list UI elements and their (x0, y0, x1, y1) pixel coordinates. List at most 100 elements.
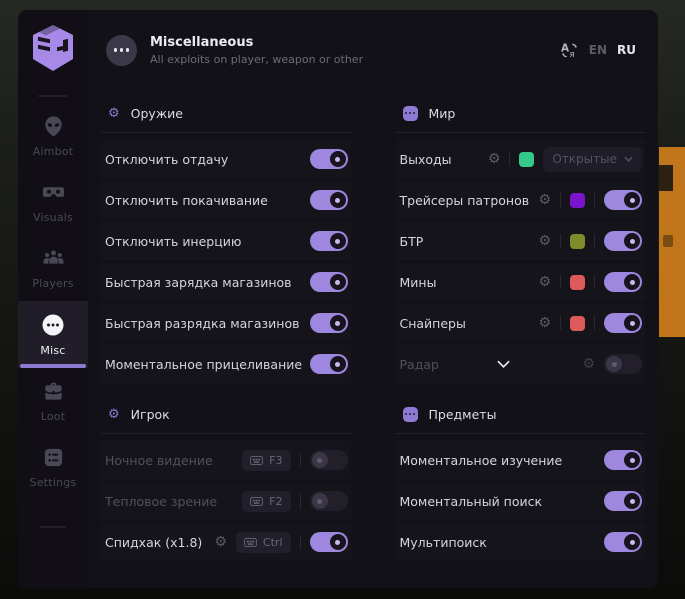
toggle-switch[interactable] (310, 231, 348, 251)
row-label: Выходы (400, 152, 452, 167)
gear-icon[interactable]: ⚙ (538, 275, 551, 289)
row-no-sway: Отключить покачивание (101, 181, 351, 219)
page-title: Miscellaneous (150, 35, 363, 50)
lang-en-button[interactable]: EN (589, 43, 607, 57)
toggle-switch[interactable] (604, 231, 642, 251)
color-swatch[interactable] (570, 193, 585, 208)
keybind-badge[interactable]: F3 (242, 450, 290, 471)
gear-icon: ⚙ (108, 408, 120, 421)
alien-icon (42, 115, 65, 138)
section-title: Предметы (429, 407, 497, 422)
bubble-icon (403, 407, 418, 422)
sidebar-item-label: Players (32, 277, 73, 290)
color-swatch[interactable] (570, 316, 585, 331)
row-label: Моментальное изучение (400, 453, 563, 468)
toggle-switch[interactable] (604, 491, 642, 511)
toggle-switch[interactable] (310, 313, 348, 333)
toggle-switch[interactable] (310, 190, 348, 210)
svg-text:я: я (569, 50, 574, 60)
row-exits: Выходы ⚙ Открытые (396, 140, 646, 178)
gear-icon[interactable]: ⚙ (488, 152, 501, 166)
sidebar-item-label: Settings (30, 476, 77, 489)
lang-ru-button[interactable]: RU (617, 43, 636, 57)
toggle-switch[interactable] (604, 532, 642, 552)
settings-list-icon (42, 446, 65, 469)
toggle-switch[interactable] (310, 450, 348, 470)
chevron-down-icon (624, 156, 633, 162)
toggle-switch[interactable] (604, 354, 642, 374)
row-label: Быстрая разрядка магазинов (105, 316, 299, 331)
vr-goggles-icon (42, 181, 65, 204)
row-label: БТР (400, 234, 424, 249)
toggle-switch[interactable] (310, 491, 348, 511)
control-divider (300, 535, 301, 549)
sidebar-nav: Aimbot Visuals Player (18, 103, 88, 500)
row-label: Спидхак (x1.8) (105, 535, 202, 550)
gear-icon[interactable]: ⚙ (538, 316, 551, 330)
sidebar-item-aimbot[interactable]: Aimbot (18, 103, 88, 169)
row-label: Отключить отдачу (105, 152, 228, 167)
gear-icon[interactable]: ⚙ (538, 234, 551, 248)
color-swatch[interactable] (570, 234, 585, 249)
row-multi-loot: Мультипоиск (396, 523, 646, 561)
gear-icon[interactable]: ⚙ (538, 193, 551, 207)
sidebar-item-loot[interactable]: Loot (18, 368, 88, 434)
row-label: Мины (400, 275, 437, 290)
toggle-switch[interactable] (310, 272, 348, 292)
row-no-inertia: Отключить инерцию (101, 222, 351, 260)
row-label: Радар (400, 357, 439, 372)
keybind-label: F3 (269, 454, 282, 467)
control-divider (594, 275, 595, 289)
control-divider (509, 152, 510, 166)
row-night-vision: Ночное видение F3 (101, 441, 351, 479)
sidebar-item-misc[interactable]: Misc (18, 301, 88, 368)
row-label: Трейсеры патронов (400, 193, 530, 208)
keyboard-icon (244, 538, 257, 547)
toggle-switch[interactable] (310, 532, 348, 552)
sidebar-divider (38, 95, 68, 97)
row-thermal-vision: Тепловое зрение F2 (101, 482, 351, 520)
gear-icon[interactable]: ⚙ (582, 357, 595, 371)
sidebar-item-settings[interactable]: Settings (18, 434, 88, 500)
page-header: Miscellaneous All exploits on player, we… (88, 10, 658, 90)
keybind-badge[interactable]: Ctrl (236, 532, 291, 553)
control-divider (560, 316, 561, 330)
ellipsis-circle-icon (41, 313, 65, 337)
row-instant-research: Моментальное изучение (396, 441, 646, 479)
gear-icon[interactable]: ⚙ (214, 535, 227, 549)
section-player: ⚙ Игрок Ночное видение F3 (101, 399, 351, 561)
row-label: Моментальный поиск (400, 494, 543, 509)
row-label: Мультипоиск (400, 535, 487, 550)
sidebar-item-label: Loot (41, 410, 66, 423)
section-title: Мир (429, 106, 456, 121)
section-divider (396, 433, 646, 434)
toggle-switch[interactable] (604, 190, 642, 210)
sidebar-item-players[interactable]: Players (18, 235, 88, 301)
color-swatch[interactable] (570, 275, 585, 290)
background-game-banner (659, 147, 685, 337)
briefcase-icon (42, 380, 65, 403)
section-divider (101, 433, 351, 434)
toggle-switch[interactable] (604, 450, 642, 470)
row-instant-aim: Моментальное прицеливание (101, 345, 351, 383)
sidebar-item-visuals[interactable]: Visuals (18, 169, 88, 235)
toggle-switch[interactable] (604, 313, 642, 333)
control-divider (594, 316, 595, 330)
row-fast-unload: Быстрая разрядка магазинов (101, 304, 351, 342)
page-ellipsis-avatar (106, 35, 137, 66)
color-swatch[interactable] (519, 152, 534, 167)
row-label: Отключить инерцию (105, 234, 241, 249)
row-instant-loot: Моментальный поиск (396, 482, 646, 520)
toggle-switch[interactable] (604, 272, 642, 292)
translate-icon: A я (560, 41, 579, 60)
expand-chevron-icon[interactable] (497, 360, 510, 368)
language-switcher: A я EN RU (560, 41, 636, 60)
keyboard-icon (250, 497, 263, 506)
control-divider (300, 453, 301, 467)
toggle-switch[interactable] (310, 354, 348, 374)
keybind-badge[interactable]: F2 (242, 491, 290, 512)
section-divider (396, 132, 646, 133)
exits-dropdown[interactable]: Открытые (543, 147, 642, 172)
keybind-label: Ctrl (263, 536, 283, 549)
toggle-switch[interactable] (310, 149, 348, 169)
